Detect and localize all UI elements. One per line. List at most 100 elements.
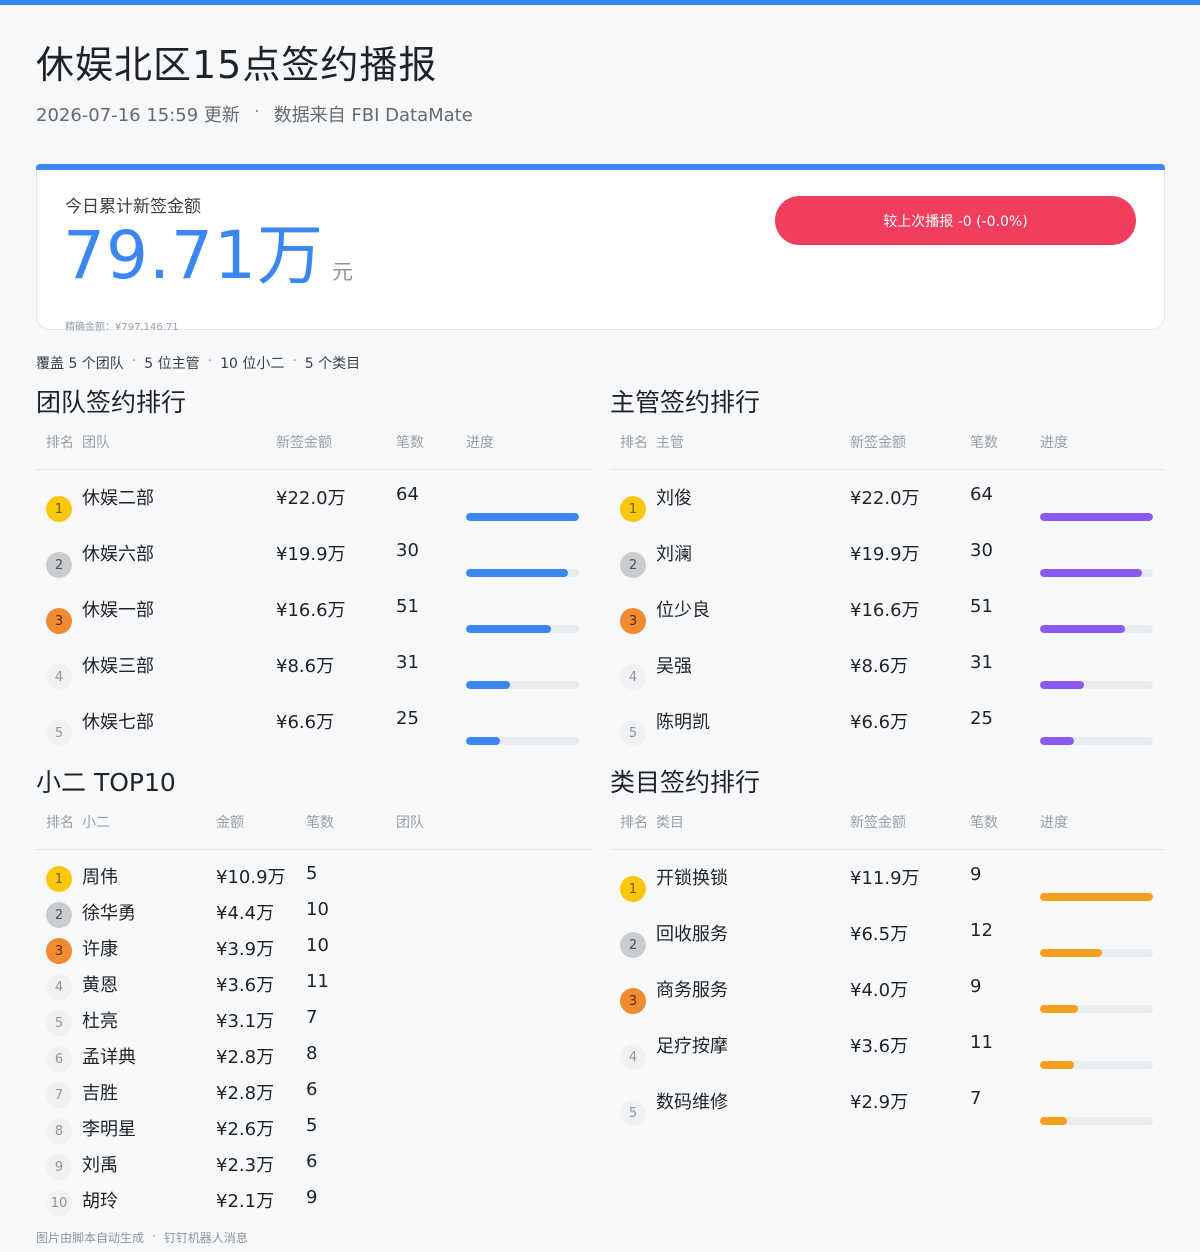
progress-fill (466, 737, 500, 745)
table-row: 5 数码维修 ¥2.9万 7 (610, 1074, 1165, 1130)
table-row: 5 陈明凯 ¥6.6万 25 (610, 694, 1165, 750)
row-name: 回收服务 (656, 924, 728, 945)
table-row: 7 吉胜 ¥2.8万 6 (36, 1066, 591, 1108)
progress-fill (466, 513, 579, 521)
progress-bar (466, 681, 579, 689)
table-row: 8 李明星 ¥2.6万 5 (36, 1102, 591, 1144)
summary-amount: 79.71万 元 (63, 218, 353, 294)
table-row: 2 刘澜 ¥19.9万 30 (610, 526, 1165, 582)
table-row: 5 杜亮 ¥3.1万 7 (36, 994, 591, 1036)
progress-bar (1040, 737, 1153, 745)
footer-source: 钉钉机器人消息 (163, 1231, 248, 1245)
progress-fill (1040, 1061, 1074, 1069)
rank-badge: 1 (46, 496, 72, 522)
progress-bar (1040, 569, 1153, 577)
row-amount: ¥2.9万 (850, 1092, 909, 1113)
progress-bar (1040, 1117, 1153, 1125)
row-count: 25 (970, 708, 993, 729)
coverage-separator: · (207, 353, 213, 369)
table-row: 4 足疗按摩 ¥3.6万 11 (610, 1018, 1165, 1074)
header-amount: 新签金额 (276, 435, 332, 451)
rank-badge: 4 (46, 664, 72, 690)
table-row: 2 回收服务 ¥6.5万 12 (610, 906, 1165, 962)
row-count: 5 (306, 863, 318, 884)
row-count: 31 (970, 652, 993, 673)
table-row: 1 开锁换锁 ¥11.9万 9 (610, 850, 1165, 906)
row-amount: ¥8.6万 (276, 656, 335, 677)
rank-badge: 2 (620, 552, 646, 578)
header-name: 小二 (82, 815, 110, 831)
summary-label: 今日累计新签金额 (65, 197, 201, 217)
compare-badge: 较上次播报 -0 (-0.0%) (775, 196, 1136, 245)
header-name: 团队 (82, 435, 110, 451)
row-amount: ¥16.6万 (850, 600, 920, 621)
table-row: 9 刘禹 ¥2.3万 6 (36, 1138, 591, 1180)
category-rows: 1 开锁换锁 ¥11.9万 9 2 回收服务 ¥6.5万 12 3 商务服务 ¥4.0万 9 4 足疗按摩… (610, 850, 1165, 1130)
row-name: 吴强 (656, 656, 692, 677)
row-count: 5 (306, 1115, 318, 1136)
header-rank: 排名 (46, 435, 74, 451)
header-name: 类目 (656, 815, 684, 831)
page-subtitle: 2026-07-16 15:59 更新 · 数据来自 FBI DataMate (36, 101, 473, 127)
rank-badge: 1 (620, 876, 646, 902)
row-count: 51 (970, 596, 993, 617)
header-amount: 金额 (216, 815, 244, 831)
progress-bar (1040, 1005, 1153, 1013)
section-title: 团队签约排行 (36, 388, 187, 417)
progress-fill (466, 625, 551, 633)
footer-separator: · (152, 1229, 156, 1243)
rank-badge: 5 (620, 1100, 646, 1126)
table-row: 1 周伟 ¥10.9万 5 (36, 850, 591, 892)
row-amount: ¥6.6万 (276, 712, 335, 733)
progress-bar (466, 625, 579, 633)
row-name: 足疗按摩 (656, 1036, 728, 1057)
row-name: 刘俊 (656, 488, 692, 509)
row-name: 胡玲 (82, 1191, 118, 1212)
row-count: 8 (306, 1043, 318, 1064)
header-count: 笔数 (970, 815, 998, 831)
section-title: 小二 TOP10 (36, 768, 176, 797)
progress-fill (466, 681, 511, 689)
row-amount: ¥3.6万 (850, 1036, 909, 1057)
header-amount: 新签金额 (850, 435, 906, 451)
rank-badge: 5 (46, 720, 72, 746)
header-rank: 排名 (46, 815, 74, 831)
row-count: 9 (970, 976, 982, 997)
table-header: 排名 主管 新签金额 笔数 进度 (610, 430, 1165, 470)
header-rank: 排名 (620, 815, 648, 831)
progress-bar (1040, 1061, 1153, 1069)
header-amount: 新签金额 (850, 815, 906, 831)
table-row: 2 休娱六部 ¥19.9万 30 (36, 526, 591, 582)
coverage-separator: · (131, 353, 137, 369)
rank-badge: 4 (620, 1044, 646, 1070)
rank-badge: 10 (46, 1190, 72, 1216)
row-amount: ¥22.0万 (276, 488, 346, 509)
row-amount: ¥2.1万 (216, 1191, 275, 1212)
row-amount: ¥19.9万 (850, 544, 920, 565)
row-name: 刘澜 (656, 544, 692, 565)
summary-card: 今日累计新签金额 79.71万 元 精确金额：¥797,146.71 较上次播报… (36, 164, 1165, 333)
header-progress: 进度 (1040, 435, 1068, 451)
row-name: 休娱二部 (82, 488, 154, 509)
section-title: 类目签约排行 (610, 768, 761, 797)
table-row: 10 胡玲 ¥2.1万 9 (36, 1174, 591, 1216)
row-count: 9 (970, 864, 982, 885)
row-amount: ¥6.5万 (850, 924, 909, 945)
rank-badge: 3 (620, 608, 646, 634)
footer-note: 图片由脚本自动生成 (36, 1231, 145, 1245)
amount-value: 79.71万 (63, 217, 324, 294)
rank-badge: 2 (46, 552, 72, 578)
page-header: 休娱北区15点签约播报 2026-07-16 15:59 更新 · 数据来自 F… (36, 34, 473, 127)
coverage-categories: 5 个类目 (304, 356, 361, 372)
coverage-line: 覆盖 5 个团队 · 5 位主管 · 10 位小二 · 5 个类目 (36, 353, 360, 373)
row-count: 7 (970, 1088, 982, 1109)
update-time: 2026-07-16 15:59 更新 (36, 105, 240, 126)
table-header: 排名 类目 新签金额 笔数 进度 (610, 810, 1165, 850)
rank-badge: 5 (620, 720, 646, 746)
progress-bar (466, 569, 579, 577)
header-name: 主管 (656, 435, 684, 451)
table-row: 1 刘俊 ¥22.0万 64 (610, 470, 1165, 526)
row-name: 商务服务 (656, 980, 728, 1001)
row-count: 25 (396, 708, 419, 729)
progress-bar (1040, 949, 1153, 957)
